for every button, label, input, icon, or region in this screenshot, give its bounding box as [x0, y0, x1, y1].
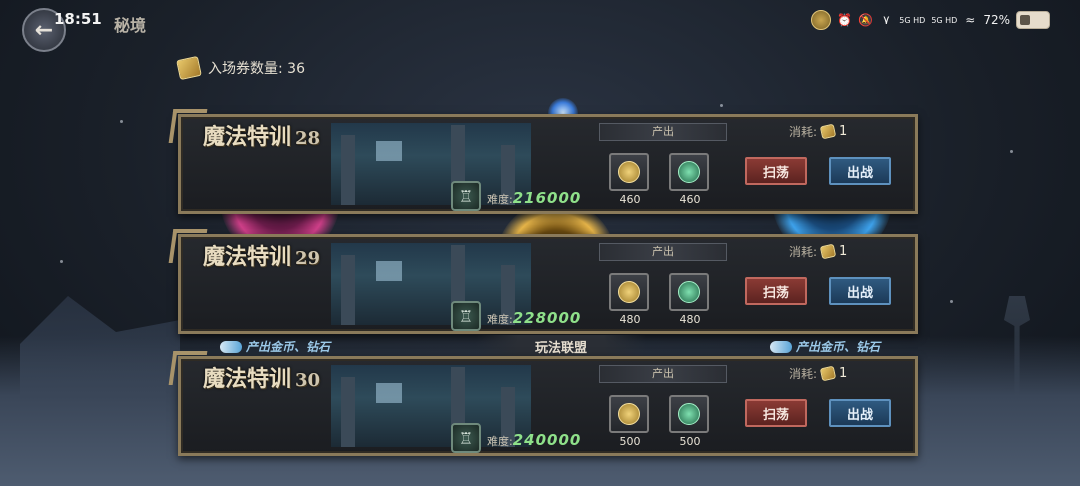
output-header: 产出 — [599, 365, 727, 383]
system-icons: ⏰ 🔕 ۷ 5G HD 5G HD ≈ 72% — [811, 10, 1050, 30]
pill-icon — [220, 340, 242, 353]
snowflake — [60, 260, 63, 263]
signal-2-icon: 5G HD — [931, 15, 958, 25]
gold-qty: 500 — [619, 435, 641, 448]
fight-button[interactable]: 出战 — [829, 277, 891, 305]
back-arrow-icon: ← — [34, 17, 54, 43]
cost: 消耗: 1 — [789, 243, 848, 260]
gem-reward[interactable]: 460 — [669, 153, 711, 206]
ticket-count-label: 入场券数量: 36 — [208, 61, 305, 77]
snowflake — [1010, 150, 1013, 153]
ticket-scroll-icon — [819, 365, 837, 382]
gold-reward[interactable]: 480 — [609, 273, 651, 326]
stage-level: 30 — [295, 370, 321, 391]
gem-qty: 480 — [679, 313, 701, 326]
gem-icon — [678, 281, 700, 303]
ticket-scroll-icon — [176, 55, 202, 81]
difficulty-value: 228000 — [512, 309, 582, 327]
cost-value: 1 — [839, 244, 848, 259]
ticket-scroll-icon — [819, 123, 837, 140]
alarm-icon: ⏰ — [837, 13, 853, 27]
gem-icon — [678, 403, 700, 425]
cost: 消耗: 1 — [789, 123, 848, 140]
rook-icon: ♖ — [451, 301, 481, 331]
page-title: 秘境 — [114, 16, 147, 35]
stage-title: 魔法特训 29 — [203, 244, 321, 270]
stage-card-28[interactable]: 魔法特训 28 ♖ 难度:216000 产出 460 460 消耗: 1 扫荡 出… — [178, 114, 918, 214]
sweep-button[interactable]: 扫荡 — [745, 157, 807, 185]
rook-icon: ♖ — [451, 423, 481, 453]
snowflake — [120, 120, 123, 123]
stage-title: 魔法特训 28 — [203, 124, 321, 150]
stage-card-30[interactable]: 魔法特训 30 ♖ 难度:240000 产出 500 500 消耗: 1 扫荡 出… — [178, 356, 918, 456]
gold-coin-icon — [618, 403, 640, 425]
stage-card-29[interactable]: 魔法特训 29 ♖ 难度:228000 产出 480 480 消耗: 1 扫荡 出… — [178, 234, 918, 334]
gold-qty: 460 — [619, 193, 641, 206]
gem-reward[interactable]: 480 — [669, 273, 711, 326]
rook-icon: ♖ — [451, 181, 481, 211]
sweep-button[interactable]: 扫荡 — [745, 399, 807, 427]
output-tag-right: 产出金币、钻石 — [770, 338, 880, 355]
output-header: 产出 — [599, 123, 727, 141]
bluetooth-icon: ۷ — [883, 13, 890, 27]
medal-icon — [811, 10, 832, 30]
snowflake — [720, 104, 723, 107]
gold-reward[interactable]: 460 — [609, 153, 651, 206]
mute-icon: 🔕 — [858, 13, 874, 27]
status-bar: ← 18:51 秘境 ⏰ 🔕 ۷ 5G HD 5G HD ≈ 72% — [0, 0, 1080, 52]
difficulty: 难度:240000 — [487, 431, 582, 449]
output-header: 产出 — [599, 243, 727, 261]
cost-value: 1 — [839, 124, 848, 139]
gem-icon — [678, 161, 700, 183]
cost: 消耗: 1 — [789, 365, 848, 382]
gold-coin-icon — [618, 281, 640, 303]
battery-percent: 72% — [983, 13, 1010, 27]
output-tag-left: 产出金币、钻石 — [220, 338, 330, 355]
difficulty: 难度:228000 — [487, 309, 582, 327]
gold-coin-icon — [618, 161, 640, 183]
cost-value: 1 — [839, 366, 848, 381]
alliance-banner: 玩法联盟 — [476, 335, 646, 357]
sweep-button[interactable]: 扫荡 — [745, 277, 807, 305]
difficulty-value: 216000 — [512, 189, 582, 207]
battery-icon — [1016, 11, 1050, 29]
stage-title: 魔法特训 30 — [203, 366, 321, 392]
gem-reward[interactable]: 500 — [669, 395, 711, 448]
stage-level: 28 — [295, 128, 321, 149]
ticket-count: 入场券数量: 36 — [176, 55, 305, 81]
gold-reward[interactable]: 500 — [609, 395, 651, 448]
fight-button[interactable]: 出战 — [829, 399, 891, 427]
stage-level: 29 — [295, 248, 321, 269]
signal-1-icon: 5G HD — [899, 15, 926, 25]
clock-time: 18:51 — [54, 10, 102, 28]
difficulty-value: 240000 — [512, 431, 582, 449]
pill-icon — [770, 340, 792, 353]
difficulty: 难度:216000 — [487, 189, 582, 207]
gem-qty: 460 — [679, 193, 701, 206]
gem-qty: 500 — [679, 435, 701, 448]
fight-button[interactable]: 出战 — [829, 157, 891, 185]
wifi-icon: ≈ — [965, 13, 976, 27]
gold-qty: 480 — [619, 313, 641, 326]
ticket-scroll-icon — [819, 243, 837, 260]
snowflake — [950, 300, 953, 303]
